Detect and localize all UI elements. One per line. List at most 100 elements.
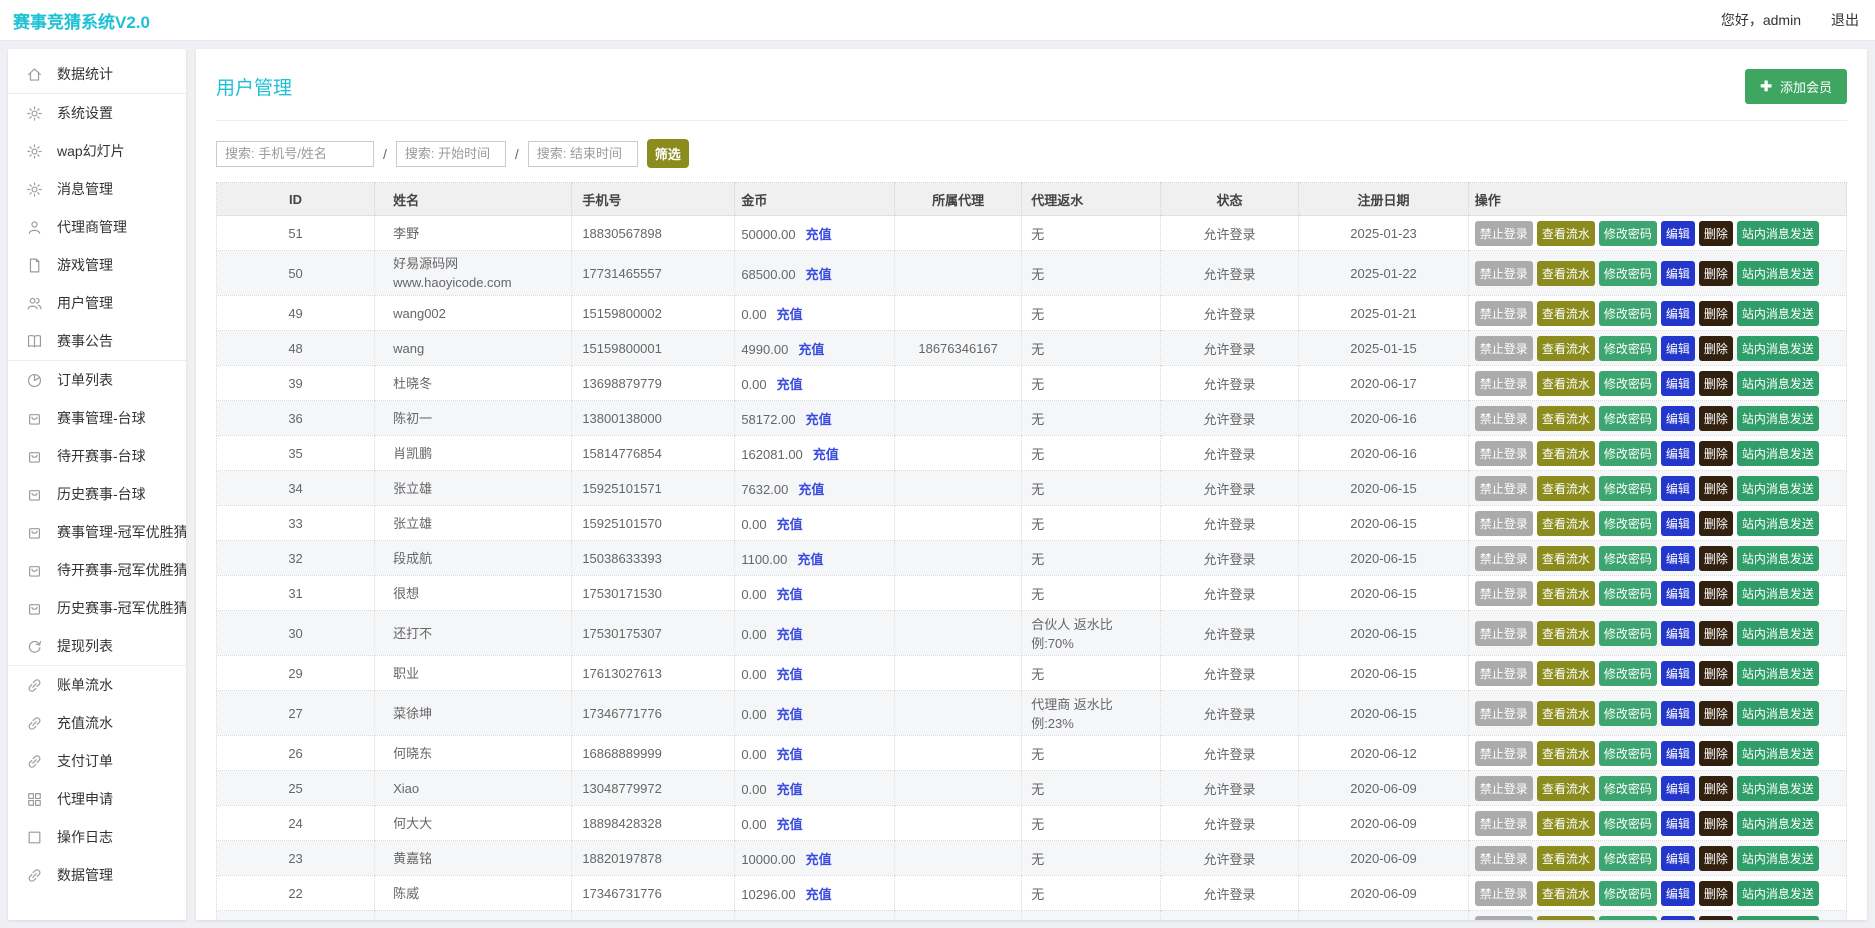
sidebar-item-system-settings[interactable]: 系统设置 [8, 94, 186, 132]
sidebar-item-agent-application[interactable]: 代理申请 [8, 780, 186, 818]
delete-button[interactable]: 删除 [1699, 916, 1733, 921]
recharge-link[interactable]: 充值 [777, 587, 803, 602]
view-flow-button[interactable]: 查看流水 [1537, 581, 1595, 606]
sidebar-item-user-management[interactable]: 用户管理 [8, 284, 186, 322]
sidebar-item-wap-slides[interactable]: wap幻灯片 [8, 132, 186, 170]
view-flow-button[interactable]: 查看流水 [1537, 621, 1595, 646]
delete-button[interactable]: 删除 [1699, 776, 1733, 801]
delete-button[interactable]: 删除 [1699, 336, 1733, 361]
change-password-button[interactable]: 修改密码 [1599, 701, 1657, 726]
view-flow-button[interactable]: 查看流水 [1537, 476, 1595, 501]
sidebar-item-data-stats[interactable]: 数据统计 [8, 55, 186, 93]
view-flow-button[interactable]: 查看流水 [1537, 846, 1595, 871]
recharge-link[interactable]: 充值 [806, 412, 832, 427]
edit-button[interactable]: 编辑 [1661, 846, 1695, 871]
sidebar-item-bill-flow[interactable]: 账单流水 [8, 666, 186, 704]
recharge-link[interactable]: 充值 [777, 707, 803, 722]
view-flow-button[interactable]: 查看流水 [1537, 336, 1595, 361]
send-message-button[interactable]: 站内消息发送 [1737, 511, 1819, 536]
sidebar-item-history-matches-billiards[interactable]: 历史赛事-台球 [8, 475, 186, 513]
recharge-link[interactable]: 充值 [777, 307, 803, 322]
ban-login-button[interactable]: 禁止登录 [1475, 476, 1533, 501]
sidebar-item-recharge-flow[interactable]: 充值流水 [8, 704, 186, 742]
sidebar-item-operation-log[interactable]: 操作日志 [8, 818, 186, 856]
edit-button[interactable]: 编辑 [1661, 261, 1695, 286]
send-message-button[interactable]: 站内消息发送 [1737, 546, 1819, 571]
send-message-button[interactable]: 站内消息发送 [1737, 741, 1819, 766]
edit-button[interactable]: 编辑 [1661, 741, 1695, 766]
send-message-button[interactable]: 站内消息发送 [1737, 621, 1819, 646]
view-flow-button[interactable]: 查看流水 [1537, 881, 1595, 906]
recharge-link[interactable]: 充值 [777, 747, 803, 762]
delete-button[interactable]: 删除 [1699, 441, 1733, 466]
recharge-link[interactable]: 充值 [797, 552, 823, 567]
ban-login-button[interactable]: 禁止登录 [1475, 621, 1533, 646]
recharge-link[interactable]: 充值 [813, 447, 839, 462]
edit-button[interactable]: 编辑 [1661, 336, 1695, 361]
edit-button[interactable]: 编辑 [1661, 371, 1695, 396]
delete-button[interactable]: 删除 [1699, 476, 1733, 501]
sidebar-item-message-management[interactable]: 消息管理 [8, 170, 186, 208]
change-password-button[interactable]: 修改密码 [1599, 441, 1657, 466]
edit-button[interactable]: 编辑 [1661, 546, 1695, 571]
ban-login-button[interactable]: 禁止登录 [1475, 371, 1533, 396]
ban-login-button[interactable]: 禁止登录 [1475, 221, 1533, 246]
delete-button[interactable]: 删除 [1699, 621, 1733, 646]
change-password-button[interactable]: 修改密码 [1599, 511, 1657, 536]
recharge-link[interactable]: 充值 [806, 267, 832, 282]
edit-button[interactable]: 编辑 [1661, 406, 1695, 431]
send-message-button[interactable]: 站内消息发送 [1737, 701, 1819, 726]
ban-login-button[interactable]: 禁止登录 [1475, 511, 1533, 536]
change-password-button[interactable]: 修改密码 [1599, 221, 1657, 246]
change-password-button[interactable]: 修改密码 [1599, 336, 1657, 361]
send-message-button[interactable]: 站内消息发送 [1737, 221, 1819, 246]
send-message-button[interactable]: 站内消息发送 [1737, 301, 1819, 326]
view-flow-button[interactable]: 查看流水 [1537, 811, 1595, 836]
change-password-button[interactable]: 修改密码 [1599, 581, 1657, 606]
change-password-button[interactable]: 修改密码 [1599, 621, 1657, 646]
send-message-button[interactable]: 站内消息发送 [1737, 476, 1819, 501]
edit-button[interactable]: 编辑 [1661, 881, 1695, 906]
delete-button[interactable]: 删除 [1699, 581, 1733, 606]
send-message-button[interactable]: 站内消息发送 [1737, 441, 1819, 466]
sidebar-item-match-management-billiards[interactable]: 赛事管理-台球 [8, 399, 186, 437]
delete-button[interactable]: 删除 [1699, 701, 1733, 726]
sidebar-item-upcoming-matches-champion[interactable]: 待开赛事-冠军优胜猜 [8, 551, 186, 589]
delete-button[interactable]: 删除 [1699, 546, 1733, 571]
view-flow-button[interactable]: 查看流水 [1537, 546, 1595, 571]
change-password-button[interactable]: 修改密码 [1599, 881, 1657, 906]
recharge-link[interactable]: 充值 [806, 887, 832, 902]
delete-button[interactable]: 删除 [1699, 371, 1733, 396]
edit-button[interactable]: 编辑 [1661, 701, 1695, 726]
sidebar-item-match-management-champion[interactable]: 赛事管理-冠军优胜猜 [8, 513, 186, 551]
change-password-button[interactable]: 修改密码 [1599, 661, 1657, 686]
ban-login-button[interactable]: 禁止登录 [1475, 301, 1533, 326]
sidebar-item-history-matches-champion[interactable]: 历史赛事-冠军优胜猜 [8, 589, 186, 627]
ban-login-button[interactable]: 禁止登录 [1475, 581, 1533, 606]
edit-button[interactable]: 编辑 [1661, 776, 1695, 801]
edit-button[interactable]: 编辑 [1661, 221, 1695, 246]
delete-button[interactable]: 删除 [1699, 741, 1733, 766]
send-message-button[interactable]: 站内消息发送 [1737, 261, 1819, 286]
delete-button[interactable]: 删除 [1699, 846, 1733, 871]
send-message-button[interactable]: 站内消息发送 [1737, 336, 1819, 361]
view-flow-button[interactable]: 查看流水 [1537, 406, 1595, 431]
edit-button[interactable]: 编辑 [1661, 511, 1695, 536]
logout-link[interactable]: 退出 [1831, 10, 1859, 30]
delete-button[interactable]: 删除 [1699, 406, 1733, 431]
view-flow-button[interactable]: 查看流水 [1537, 916, 1595, 921]
change-password-button[interactable]: 修改密码 [1599, 811, 1657, 836]
recharge-link[interactable]: 充值 [777, 667, 803, 682]
sidebar-item-payment-orders[interactable]: 支付订单 [8, 742, 186, 780]
view-flow-button[interactable]: 查看流水 [1537, 741, 1595, 766]
ban-login-button[interactable]: 禁止登录 [1475, 661, 1533, 686]
view-flow-button[interactable]: 查看流水 [1537, 661, 1595, 686]
ban-login-button[interactable]: 禁止登录 [1475, 261, 1533, 286]
view-flow-button[interactable]: 查看流水 [1537, 221, 1595, 246]
ban-login-button[interactable]: 禁止登录 [1475, 881, 1533, 906]
send-message-button[interactable]: 站内消息发送 [1737, 881, 1819, 906]
view-flow-button[interactable]: 查看流水 [1537, 441, 1595, 466]
change-password-button[interactable]: 修改密码 [1599, 741, 1657, 766]
send-message-button[interactable]: 站内消息发送 [1737, 661, 1819, 686]
send-message-button[interactable]: 站内消息发送 [1737, 406, 1819, 431]
